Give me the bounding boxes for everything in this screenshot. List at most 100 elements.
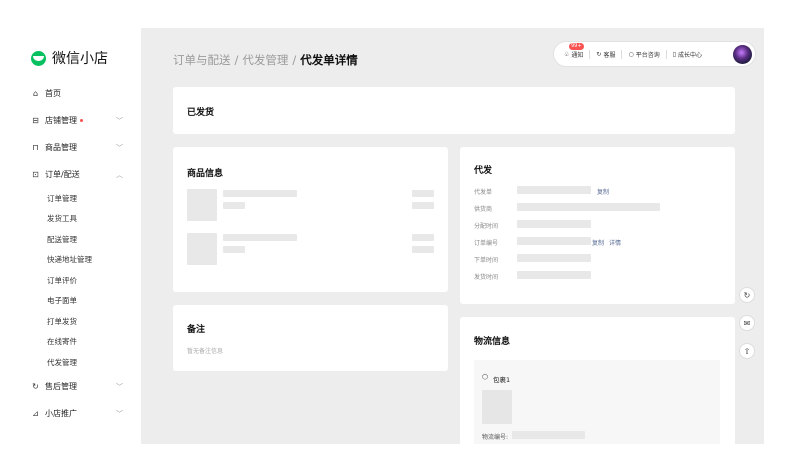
refresh-float-button[interactable]: ↻ [739, 287, 755, 303]
dropship-id-placeholder [517, 186, 591, 194]
goods-info-title: 商品信息 [187, 169, 224, 179]
logistics-title: 物流信息 [474, 337, 511, 347]
order-number-placeholder [517, 237, 591, 245]
sidebar-item-orders[interactable]: ⊡ 订单/配送 ︿ [17, 161, 141, 188]
sidebar-item-goods[interactable]: ⊓ 商品管理 ﹀ [17, 134, 141, 161]
service-label: 客服 [603, 51, 616, 59]
product-image-placeholder [187, 189, 217, 221]
breadcrumb-separator: / [234, 53, 239, 67]
order-detail-link[interactable]: 详情 [609, 238, 621, 247]
order-time-placeholder [517, 254, 591, 262]
logistics-card: 物流信息 ⬡ 包裹1 物流编号: [460, 317, 735, 444]
package-image-placeholder [482, 390, 512, 424]
field-label: 分配时间 [474, 223, 499, 230]
chevron-up-icon: ︿ [116, 171, 123, 179]
product-qty-placeholder [412, 202, 434, 209]
divider [621, 49, 623, 59]
field-label: 发货时间 [474, 274, 499, 281]
promotion-icon: ⊿ [32, 408, 39, 418]
platform-consult-button[interactable]: ○ 平台咨询 [628, 50, 659, 59]
sidebar-subitem-e-waybill[interactable]: 电子面单 [17, 291, 141, 312]
product-price-placeholder [412, 190, 434, 197]
chevron-down-icon: ﹀ [116, 144, 123, 152]
sidebar-item-aftersale[interactable]: ↻ 售后管理 ﹀ [17, 373, 141, 400]
product-qty-placeholder [412, 246, 434, 253]
avatar[interactable] [733, 45, 752, 64]
package-icon: ⬡ [482, 373, 489, 381]
divider [589, 49, 591, 59]
assign-time-placeholder [517, 220, 591, 228]
tracking-label: 物流编号: [482, 434, 509, 441]
consult-label: 平台咨询 [635, 51, 660, 59]
upload-icon: ⇧ [743, 346, 751, 356]
product-name-placeholder [223, 234, 297, 241]
tracking-number-placeholder [512, 431, 585, 439]
sidebar-item-label: 商品管理 [45, 143, 77, 152]
product-image-placeholder [187, 233, 217, 265]
upload-float-button[interactable]: ⇧ [739, 343, 755, 359]
copy-dropship-id-link[interactable]: 复制 [597, 187, 609, 196]
order-status: 已发货 [187, 108, 215, 118]
breadcrumb: 订单与配送 / 代发管理 / 代发单详情 [173, 52, 358, 68]
chat-bubble-icon: ○ [628, 50, 634, 58]
book-icon: ▯ [672, 50, 677, 58]
app-frame: 微信小店 ⌂ 首页 ⊟ 店铺管理 ﹀ ⊓ 商品管理 ﹀ ⊡ 订单/配送 ︿ 订单… [17, 28, 764, 444]
store-icon: ⊟ [32, 116, 39, 125]
status-card: 已发货 [173, 87, 735, 134]
aftersale-icon: ↻ [32, 381, 39, 391]
headset-icon: ↻ [596, 50, 602, 58]
sidebar-item-store[interactable]: ⊟ 店铺管理 ﹀ [17, 107, 141, 134]
goods-info-card: 商品信息 [173, 147, 448, 292]
notification-badge: 99+ [569, 42, 584, 50]
notification-label: 通知 [571, 51, 584, 59]
sidebar-item-label: 首页 [45, 89, 61, 98]
chevron-down-icon: ﹀ [116, 117, 123, 125]
field-label: 供货商 [474, 206, 493, 213]
sidebar-nav: ⌂ 首页 ⊟ 店铺管理 ﹀ ⊓ 商品管理 ﹀ ⊡ 订单/配送 ︿ 订单管理 发货… [17, 80, 141, 427]
package-label: 包裹1 [493, 376, 511, 384]
logo[interactable]: 微信小店 [31, 48, 108, 68]
package-panel: ⬡ 包裹1 物流编号: [474, 360, 720, 444]
sidebar-item-home[interactable]: ⌂ 首页 [17, 80, 141, 107]
product-spec-placeholder [223, 246, 245, 253]
ship-time-placeholder [517, 271, 591, 279]
sidebar-subitem-online-send[interactable]: 在线寄件 [17, 332, 141, 353]
breadcrumb-level2[interactable]: 代发管理 [242, 52, 288, 68]
growth-center-button[interactable]: ▯ 成长中心 [673, 50, 702, 59]
copy-order-number-link[interactable]: 复制 [592, 238, 604, 247]
product-name-placeholder [223, 190, 297, 197]
remark-title: 备注 [187, 325, 206, 335]
customer-service-button[interactable]: ↻ 客服 [596, 50, 615, 59]
growth-label: 成长中心 [678, 51, 703, 59]
sidebar-subitem-dropship-management[interactable]: 代发管理 [17, 352, 141, 373]
sidebar-subitem-delivery-management[interactable]: 配送管理 [17, 229, 141, 250]
sidebar-subitem-shipping-tools[interactable]: 发货工具 [17, 209, 141, 230]
message-float-button[interactable]: ✉ [739, 315, 755, 331]
top-toolbar: ♧ 通知 99+ ↻ 客服 ○ 平台咨询 ▯ 成长中心 [553, 41, 756, 67]
dropship-card: 代发 代发单 复制 供货商 分配时间 订单编号 复制 详情 下单时间 发货时间 [460, 147, 735, 304]
sidebar-item-promotion[interactable]: ⊿ 小店推广 ﹀ [17, 400, 141, 427]
chevron-down-icon: ﹀ [116, 382, 123, 391]
breadcrumb-level1[interactable]: 订单与配送 [173, 52, 231, 68]
product-price-placeholder [412, 234, 434, 241]
supplier-placeholder [517, 203, 660, 211]
chevron-down-icon: ﹀ [116, 409, 123, 418]
wechat-shop-logo-icon [31, 50, 46, 66]
field-label: 订单编号 [474, 240, 499, 247]
notification-button[interactable]: ♧ 通知 99+ [564, 42, 584, 59]
bell-icon: ♧ [564, 50, 570, 58]
breadcrumb-separator: / [292, 53, 297, 67]
remark-empty-text: 暂无备注信息 [187, 348, 224, 355]
sidebar-subitem-express-address[interactable]: 快递地址管理 [17, 250, 141, 271]
refresh-icon: ↻ [743, 290, 751, 300]
sidebar-item-label: 小店推广 [45, 408, 77, 418]
logo-text: 微信小店 [52, 51, 108, 67]
sidebar-subitem-order-management[interactable]: 订单管理 [17, 188, 141, 209]
field-label: 代发单 [474, 189, 493, 196]
remark-card: 备注 暂无备注信息 [173, 305, 448, 371]
order-icon: ⊡ [32, 170, 39, 179]
divider [665, 49, 667, 59]
sidebar-subitem-print-ship[interactable]: 打单发货 [17, 311, 141, 332]
sidebar-subitem-order-review[interactable]: 订单评价 [17, 270, 141, 291]
sidebar: 微信小店 ⌂ 首页 ⊟ 店铺管理 ﹀ ⊓ 商品管理 ﹀ ⊡ 订单/配送 ︿ 订单… [17, 28, 141, 444]
